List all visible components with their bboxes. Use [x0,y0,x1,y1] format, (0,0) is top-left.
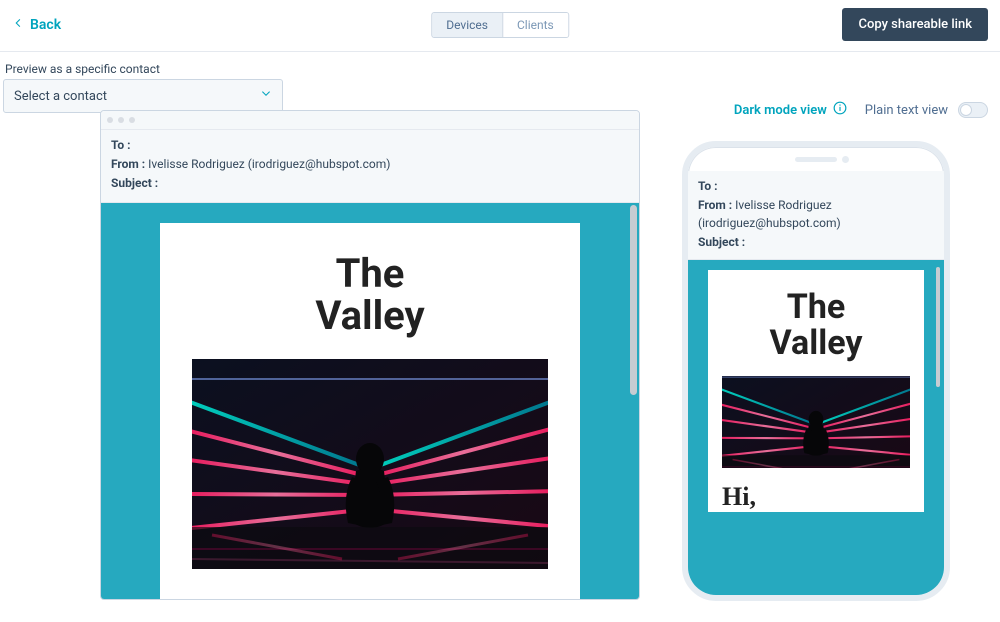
email-title-line1: The [787,287,845,327]
from-email: (irodriguez@hubspot.com) [698,216,841,230]
top-bar: Back Devices Clients Copy shareable link [0,0,1000,52]
email-scroll[interactable]: The Valley [101,203,639,600]
email-header: To : From : Ivelisse Rodriguez (irodrigu… [101,130,639,203]
email-title-line2: Valley [770,323,863,363]
scrollbar-thumb[interactable] [936,267,940,387]
scrollbar-mobile[interactable] [936,267,940,547]
email-greeting: Hi, [722,482,910,512]
from-email: (irodriguez@hubspot.com) [248,157,391,171]
to-label: To : [111,138,131,152]
to-label: To : [698,179,718,193]
chevron-left-icon [12,17,24,33]
window-dot-icon [107,117,113,123]
email-title: The Valley [192,253,548,337]
subject-label: Subject : [698,235,745,249]
email-body-wrap: The Valley [101,203,639,600]
email-title-mobile: The Valley [722,290,910,361]
from-name: Ivelisse Rodriguez [735,198,832,212]
mobile-preview: To : From : Ivelisse Rodriguez (irodrigu… [682,141,950,601]
email-content-mobile: The Valley Hi, [708,270,924,511]
subject-label: Subject : [111,176,158,190]
email-title-line2: Valley [315,292,424,339]
email-body-mobile[interactable]: The Valley Hi, [688,260,944,595]
phone-inner: To : From : Ivelisse Rodriguez (irodrigu… [688,171,944,595]
email-title-line1: The [336,250,405,297]
desktop-preview: To : From : Ivelisse Rodriguez (irodrigu… [100,110,640,600]
hero-image [192,359,548,569]
mobile-preview-wrap: To : From : Ivelisse Rodriguez (irodrigu… [682,141,950,601]
back-label: Back [30,17,61,33]
from-name: Ivelisse Rodriguez [148,157,245,171]
phone-speaker-icon [795,157,837,162]
back-link[interactable]: Back [12,17,61,33]
window-dot-icon [129,117,135,123]
from-label: From : [111,157,145,171]
tab-devices[interactable]: Devices [432,13,502,37]
window-titlebar [101,111,639,130]
from-label: From : [698,198,732,212]
segmented-control: Devices Clients [431,12,569,38]
preview-stage: To : From : Ivelisse Rodriguez (irodrigu… [0,102,1000,622]
copy-shareable-link-button[interactable]: Copy shareable link [842,8,988,41]
hero-image-mobile [722,376,910,468]
email-content: The Valley [160,223,580,600]
contact-select-label: Preview as a specific contact [5,62,283,76]
window-dot-icon [118,117,124,123]
scrollbar-thumb[interactable] [630,205,637,395]
email-header-mobile: To : From : Ivelisse Rodriguez (irodrigu… [688,171,944,260]
scrollbar[interactable] [630,205,637,600]
tab-clients[interactable]: Clients [502,13,568,37]
